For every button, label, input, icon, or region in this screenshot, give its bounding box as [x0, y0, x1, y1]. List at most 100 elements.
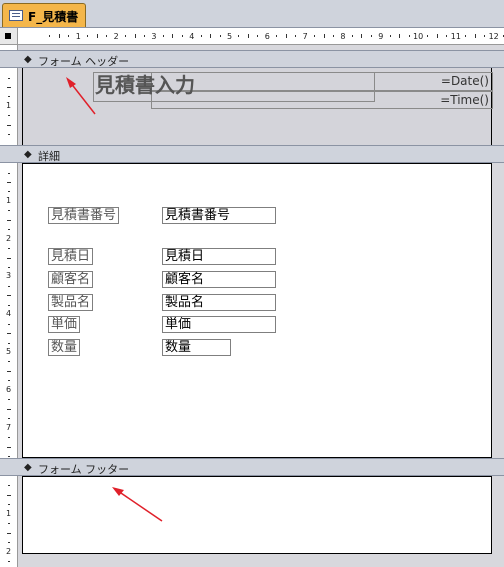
time-textbox[interactable]: =Time(): [440, 93, 489, 107]
field-textbox[interactable]: 製品名: [162, 294, 276, 311]
ruler-tick: [446, 35, 448, 37]
footer-section-selector[interactable]: [0, 458, 18, 476]
ruler-number: 6: [264, 32, 270, 41]
ruler-number: 7: [6, 422, 12, 432]
ruler-tick: [8, 523, 10, 525]
ruler-tick: [8, 561, 10, 562]
field-textbox[interactable]: 単価: [162, 316, 276, 333]
field-label[interactable]: 数量: [48, 339, 81, 356]
section-bar-footer[interactable]: ◆ フォーム フッター: [18, 458, 504, 476]
ruler-tick: [125, 35, 126, 37]
ruler-tick: [8, 266, 10, 268]
form-selector[interactable]: [0, 28, 18, 45]
section-bar-header[interactable]: ◆ フォーム ヘッダー: [18, 50, 504, 68]
ruler-tick: [8, 304, 10, 306]
ruler-tick: [484, 35, 486, 37]
field-label[interactable]: 見積書番号: [48, 207, 120, 224]
ruler-tick: [143, 35, 145, 37]
ruler-number: 3: [151, 32, 157, 41]
detail-section[interactable]: 見積書番号 見積書番号 見積日 見積日 顧客名 顧客名 製品名 製品名 単価 単…: [18, 163, 504, 458]
ruler-tick: [7, 370, 11, 372]
field-textbox[interactable]: 数量: [162, 339, 231, 356]
ruler-tick: [7, 295, 11, 297]
section-bar-detail[interactable]: ◆ 詳細: [18, 145, 504, 163]
ruler-tick: [8, 455, 10, 457]
ruler-number: 2: [113, 32, 119, 41]
ruler-tick: [219, 35, 221, 37]
section-arrow-icon: ◆: [24, 54, 32, 65]
ruler-tick: [257, 35, 259, 37]
ruler-tick: [7, 257, 11, 259]
ruler-tick: [361, 34, 363, 38]
ruler-number: 6: [6, 384, 12, 394]
ruler-tick: [8, 504, 10, 506]
ruler-tick: [8, 115, 10, 117]
ruler-tick: [8, 342, 10, 344]
ruler-tick: [96, 34, 98, 38]
ruler-tick: [210, 34, 212, 38]
ruler-tick: [8, 172, 10, 174]
ruler-tick: [162, 35, 164, 37]
ruler-tick: [8, 485, 10, 487]
section-bar-footer-label: フォーム フッター: [38, 463, 130, 476]
ruler-tick: [8, 229, 10, 231]
ruler-tick: [295, 35, 297, 37]
ruler-tick: [314, 35, 315, 37]
form-tab[interactable]: F_見積書: [2, 3, 86, 27]
ruler-tick: [7, 124, 11, 126]
date-textbox[interactable]: =Date(): [441, 74, 489, 88]
ruler-number: 5: [227, 32, 233, 41]
section-arrow-icon: ◆: [24, 462, 32, 473]
ruler-tick: [8, 542, 10, 544]
field-textbox[interactable]: 見積日: [162, 248, 276, 265]
ruler-number: 11: [450, 32, 461, 41]
field-label[interactable]: 見積日: [48, 248, 94, 265]
section-bar-header-label: フォーム ヘッダー: [38, 55, 130, 68]
field-textbox[interactable]: 顧客名: [162, 271, 276, 288]
ruler-tick: [7, 86, 11, 88]
ruler-tick: [134, 34, 136, 38]
section-bar-detail-label: 詳細: [38, 150, 60, 163]
title-label[interactable]: 見積書入力: [93, 73, 197, 97]
header-section-selector[interactable]: [0, 50, 18, 68]
ruler-tick: [7, 219, 11, 221]
ruler-tick: [8, 418, 10, 420]
ruler-tick: [7, 494, 11, 496]
ruler-tick: [68, 35, 70, 37]
ruler-number: 10: [413, 32, 424, 41]
ruler-number: 4: [6, 309, 12, 319]
form-footer-area[interactable]: [22, 476, 492, 554]
ruler-tick: [7, 181, 11, 183]
field-label[interactable]: 単価: [48, 316, 81, 333]
vertical-ruler[interactable]: 1 1 2 3 4 5 6 7 1 2: [0, 45, 18, 567]
detail-area[interactable]: 見積書番号 見積書番号 見積日 見積日 顧客名 顧客名 製品名 製品名 単価 単…: [22, 163, 492, 458]
detail-section-selector[interactable]: [0, 145, 18, 163]
ruler-tick: [238, 35, 240, 37]
field-textbox[interactable]: 見積書番号: [162, 207, 276, 224]
ruler-tick: [8, 134, 10, 136]
field-label[interactable]: 製品名: [48, 294, 94, 311]
form-header-area[interactable]: 見積書入力 =Date() =Time(): [22, 68, 493, 145]
ruler-number: 7: [302, 32, 308, 41]
ruler-tick: [370, 35, 372, 37]
ruler-tick: [8, 380, 10, 382]
ruler-tick: [87, 35, 89, 37]
section-arrow-icon: ◆: [24, 149, 32, 160]
ruler-tick: [276, 35, 278, 37]
ruler-tick: [474, 34, 476, 38]
ruler-tick: [8, 96, 10, 98]
form-header-section[interactable]: 見積書入力 =Date() =Time(): [18, 68, 504, 145]
form-footer-section[interactable]: [18, 476, 504, 567]
ruler-tick: [465, 35, 467, 37]
ruler-number: 12: [488, 32, 499, 41]
horizontal-ruler[interactable]: 1 2 3 4 5 6 7 8 9 10 11 12: [18, 28, 504, 45]
ruler-tick: [427, 35, 429, 37]
ruler-tick: [7, 333, 11, 335]
field-label[interactable]: 顧客名: [48, 271, 94, 288]
ruler-tick: [351, 35, 353, 37]
ruler-tick: [181, 35, 183, 37]
ruler-tick: [7, 408, 11, 410]
ruler-tick: [399, 34, 401, 38]
ruler-number: 5: [6, 347, 12, 356]
ruler-number: 2: [6, 546, 12, 556]
